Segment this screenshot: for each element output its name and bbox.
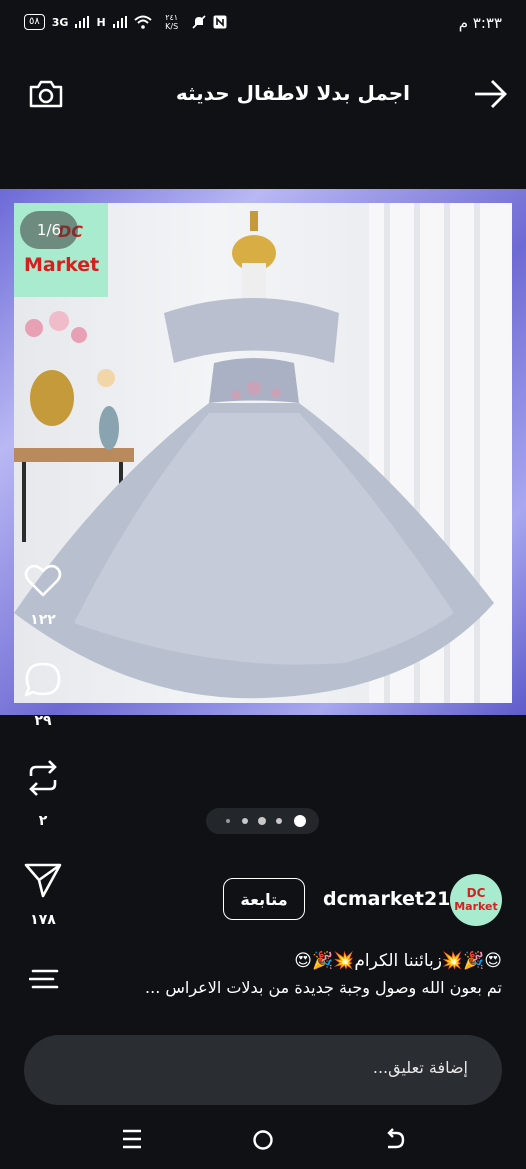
repost-count: ٢ — [38, 813, 48, 829]
repost-icon[interactable] — [23, 758, 63, 798]
comment-count: ٢٩ — [34, 713, 52, 729]
status-time: ٣:٣٣ م — [458, 14, 502, 32]
battery-icon: ٥٨ — [24, 14, 45, 30]
comment-placeholder: إضافة تعليق... — [372, 1058, 468, 1077]
share-send-icon[interactable] — [23, 860, 63, 900]
username[interactable]: dcmarket21 — [323, 888, 450, 910]
image-counter: 1/6 — [36, 221, 62, 239]
back-nav-icon[interactable] — [382, 1128, 408, 1152]
avatar-dc: DC — [466, 886, 486, 900]
signal-bars-icon — [75, 16, 90, 28]
menu-lines-icon[interactable] — [29, 968, 61, 990]
network-speed: ٢٤١ K/S — [165, 13, 179, 31]
wifi-icon — [133, 15, 152, 29]
caption-line-1[interactable]: 😍🎉💥زبائننا الكرام💥🎉😍 — [294, 951, 502, 971]
status-bar: ٥٨ 3G H ٢٤١ K/S ٣:٣٣ م — [0, 0, 526, 52]
home-icon[interactable] — [251, 1128, 275, 1152]
camera-icon[interactable] — [28, 78, 64, 110]
system-nav-bar — [0, 1112, 526, 1169]
comment-icon[interactable] — [23, 660, 63, 700]
recent-apps-icon[interactable] — [120, 1128, 144, 1150]
carousel-dot — [276, 818, 282, 824]
nfc-icon — [213, 15, 227, 29]
signal-icon-3g: 3G — [51, 15, 69, 29]
back-arrow-icon[interactable] — [472, 76, 508, 112]
carousel-dot — [226, 819, 230, 823]
carousel-dot-active — [294, 815, 306, 827]
mute-bell-icon — [192, 15, 206, 29]
carousel-indicator — [206, 808, 319, 834]
follow-button[interactable]: متابعة — [223, 878, 305, 920]
caption-line-2[interactable]: تم بعون الله وصول وجبة جديدة من بدلات ال… — [145, 978, 502, 997]
avatar[interactable]: DC Market — [450, 874, 502, 926]
share-count: ١٧٨ — [30, 912, 56, 928]
like-heart-icon[interactable] — [23, 560, 63, 600]
status-icons: ٥٨ 3G H ٢٤١ K/S — [24, 13, 227, 31]
avatar-market: Market — [454, 900, 498, 913]
like-count: ١٢٢ — [30, 612, 56, 628]
brand-logo-market: Market — [24, 254, 100, 276]
carousel-dot — [242, 818, 248, 824]
carousel-dot — [258, 817, 266, 825]
signal-bars-icon-2 — [112, 16, 127, 28]
signal-icon-h: H — [96, 15, 106, 29]
page-title: اجمل بدلا لاطفال حديثه — [175, 81, 410, 105]
